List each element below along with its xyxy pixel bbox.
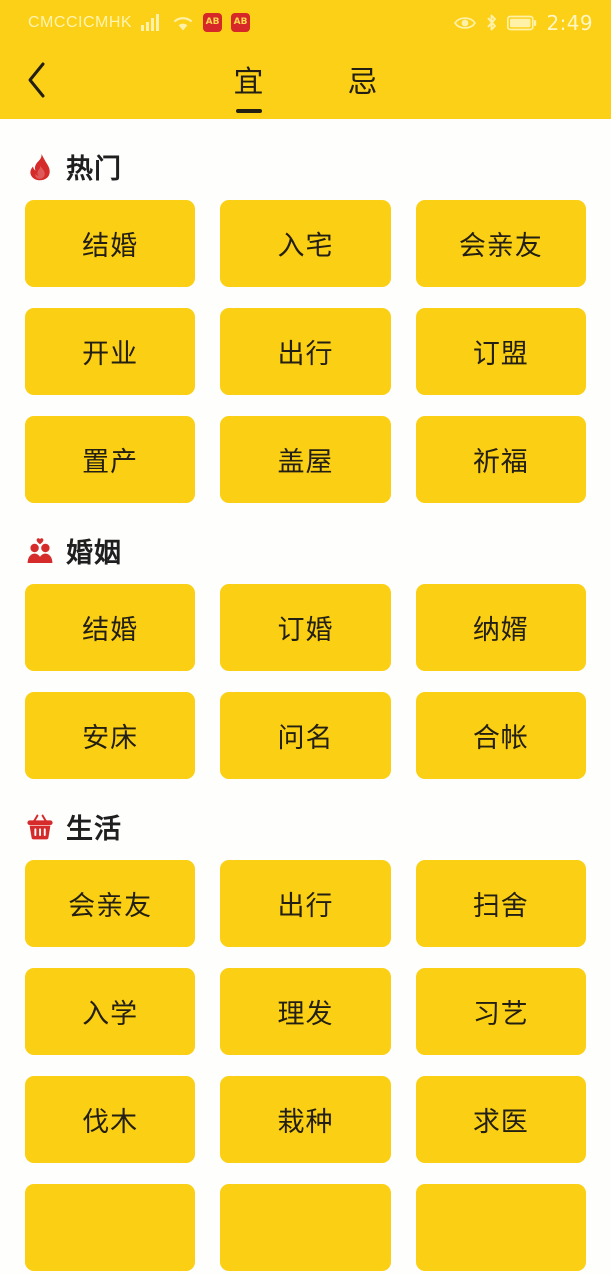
section-title: 婚姻	[66, 531, 122, 570]
flame-icon	[25, 152, 55, 182]
chip-item[interactable]: 盖屋	[220, 416, 390, 503]
clock-label: 2:49	[546, 11, 593, 35]
tab-yi[interactable]: 宜	[234, 57, 264, 107]
content-scroll[interactable]: 热门 结婚 入宅 会亲友 开业 出行 订盟 置产 盖屋 祈福 婚姻 结婚 订婚 …	[0, 119, 611, 1275]
chip-item[interactable]: 结婚	[25, 200, 195, 287]
section-header-life: 生活	[25, 779, 586, 860]
chip-item[interactable]: 问名	[220, 692, 390, 779]
chip-item[interactable]: 入学	[25, 968, 195, 1055]
section-title: 热门	[66, 147, 122, 186]
section-header-marriage: 婚姻	[25, 503, 586, 584]
chip-item[interactable]: 结婚	[25, 584, 195, 671]
app-badge-icon: AB	[203, 13, 222, 32]
bluetooth-icon	[485, 13, 498, 32]
chip-item[interactable]: 合帐	[416, 692, 586, 779]
carrier-label: CMCCICMHK	[28, 14, 132, 32]
chip-item[interactable]: 置产	[25, 416, 195, 503]
wifi-icon	[172, 14, 194, 32]
chevron-left-icon	[25, 61, 49, 103]
chip-item[interactable]: 伐木	[25, 1076, 195, 1163]
app-badge-icon: AB	[231, 13, 250, 32]
couple-icon	[25, 536, 55, 566]
chip-item[interactable]: 栽种	[220, 1076, 390, 1163]
chip-item[interactable]: 求医	[416, 1076, 586, 1163]
chip-item[interactable]: 出行	[220, 860, 390, 947]
back-button[interactable]	[0, 45, 74, 119]
chip-grid-life: 会亲友 出行 扫舍 入学 理发 习艺 伐木 栽种 求医	[25, 860, 586, 1271]
status-bar: CMCCICMHK AB AB	[0, 0, 611, 45]
status-bar-right: 2:49	[454, 11, 593, 35]
chip-item[interactable]: 订婚	[220, 584, 390, 671]
chip-item[interactable]: 出行	[220, 308, 390, 395]
nav-bar: 宜 忌	[0, 45, 611, 119]
section-title: 生活	[66, 807, 122, 846]
chip-grid-marriage: 结婚 订婚 纳婿 安床 问名 合帐	[25, 584, 586, 779]
basket-icon	[25, 812, 55, 842]
chip-item[interactable]: 习艺	[416, 968, 586, 1055]
chip-grid-hot: 结婚 入宅 会亲友 开业 出行 订盟 置产 盖屋 祈福	[25, 200, 586, 503]
chip-item[interactable]	[416, 1184, 586, 1271]
signal-icon	[141, 14, 163, 32]
chip-item[interactable]: 理发	[220, 968, 390, 1055]
chip-item[interactable]	[25, 1184, 195, 1271]
eye-icon	[454, 15, 476, 31]
chip-item[interactable]: 祈福	[416, 416, 586, 503]
section-header-hot: 热门	[25, 119, 586, 200]
nav-tabs: 宜 忌	[0, 45, 611, 119]
tab-ji[interactable]: 忌	[348, 57, 378, 107]
chip-item[interactable]: 会亲友	[25, 860, 195, 947]
chip-item[interactable]: 安床	[25, 692, 195, 779]
chip-item[interactable]: 入宅	[220, 200, 390, 287]
status-bar-left: CMCCICMHK AB AB	[28, 13, 250, 32]
chip-item[interactable]	[220, 1184, 390, 1271]
chip-item[interactable]: 会亲友	[416, 200, 586, 287]
battery-icon	[507, 15, 537, 31]
chip-item[interactable]: 开业	[25, 308, 195, 395]
chip-item[interactable]: 订盟	[416, 308, 586, 395]
chip-item[interactable]: 纳婿	[416, 584, 586, 671]
chip-item[interactable]: 扫舍	[416, 860, 586, 947]
